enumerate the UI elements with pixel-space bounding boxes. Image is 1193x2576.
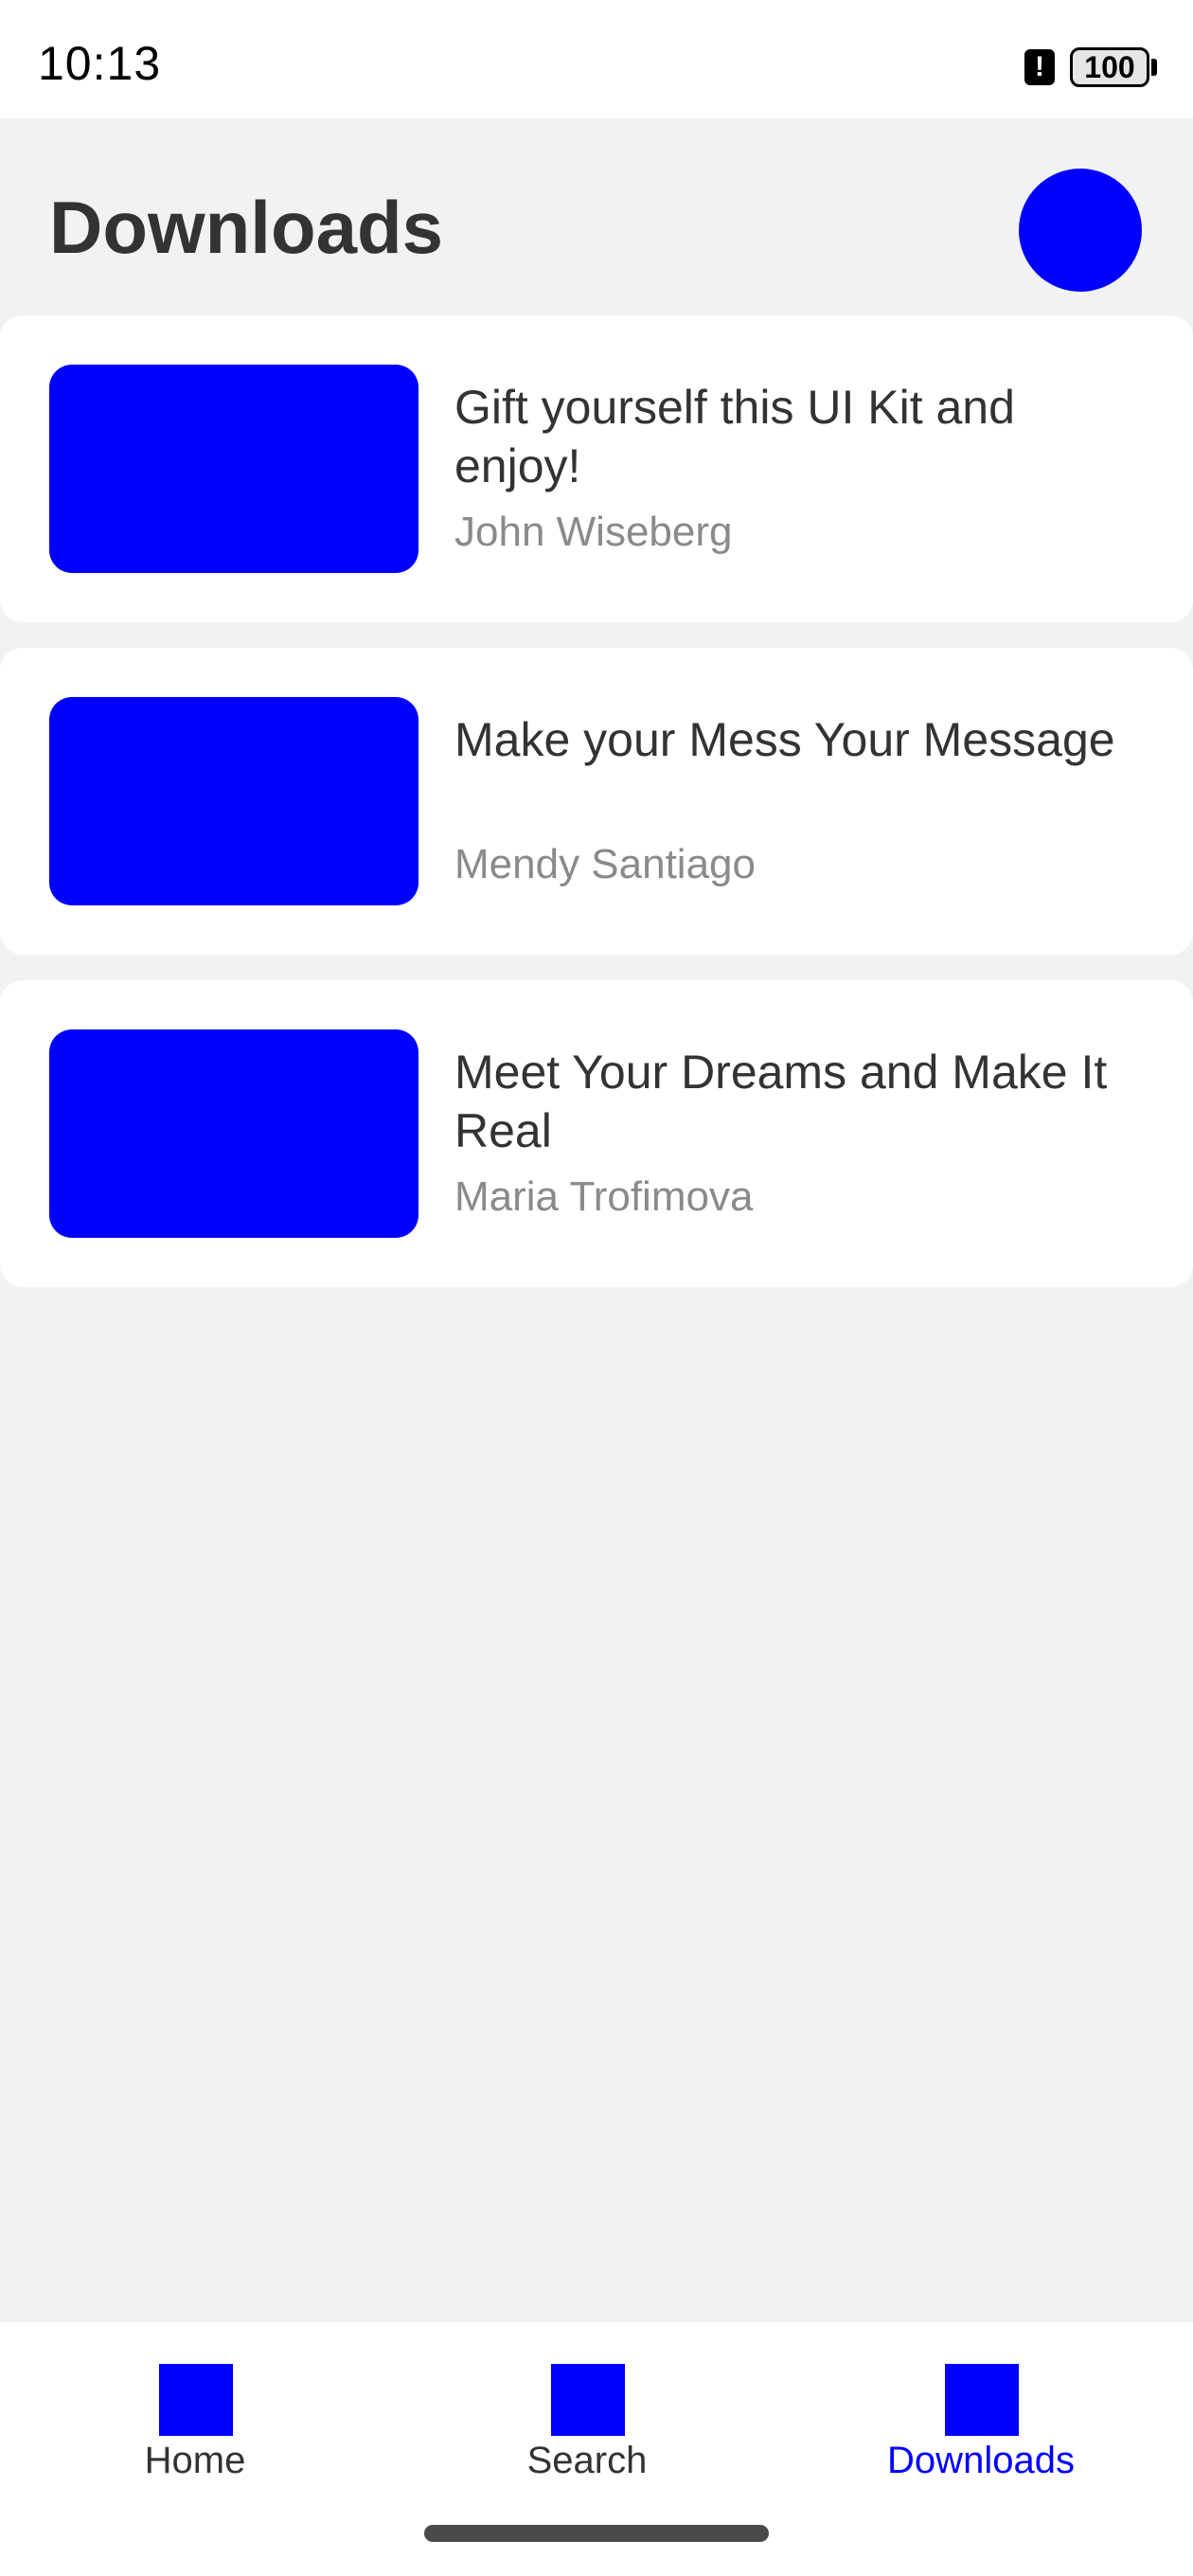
download-item[interactable]: Meet Your Dreams and Make It Real Maria … (0, 980, 1193, 1287)
download-thumbnail[interactable] (49, 697, 418, 905)
nav-item-home[interactable]: Home (53, 2341, 337, 2483)
download-item[interactable]: Gift yourself this UI Kit and enjoy! Joh… (0, 315, 1193, 622)
download-title: Gift yourself this UI Kit and enjoy! (454, 381, 1015, 492)
battery-tip (1151, 59, 1157, 76)
battery-icon: 100 (1070, 47, 1149, 87)
avatar[interactable] (1019, 169, 1142, 292)
status-bar: 10:13 ! 100 (0, 0, 1193, 118)
nav-label-downloads[interactable]: Downloads (839, 2440, 1123, 2482)
status-time: 10:13 (38, 37, 162, 90)
download-title: Make your Mess Your Message (454, 713, 1115, 766)
download-item[interactable]: Make your Mess Your Message Mendy Santia… (0, 648, 1193, 955)
nav-item-search[interactable]: Search (445, 2341, 729, 2483)
nav-label-home[interactable]: Home (53, 2440, 337, 2482)
page-title: Downloads (49, 186, 444, 269)
nav-item-downloads[interactable]: Downloads (839, 2341, 1123, 2483)
download-author: Maria Trofimova (454, 1173, 754, 1220)
home-indicator[interactable] (424, 2525, 769, 2542)
download-thumbnail[interactable] (49, 1029, 418, 1238)
download-author: Mendy Santiago (454, 841, 756, 887)
download-title: Meet Your Dreams and Make It Real (454, 1046, 1108, 1157)
home-icon[interactable] (159, 2364, 233, 2436)
alert-icon: ! (1024, 49, 1055, 85)
download-thumbnail[interactable] (49, 365, 418, 573)
search-icon[interactable] (551, 2364, 625, 2436)
download-author: John Wiseberg (454, 509, 733, 555)
downloads-icon[interactable] (945, 2364, 1019, 2436)
nav-label-search[interactable]: Search (445, 2440, 729, 2482)
